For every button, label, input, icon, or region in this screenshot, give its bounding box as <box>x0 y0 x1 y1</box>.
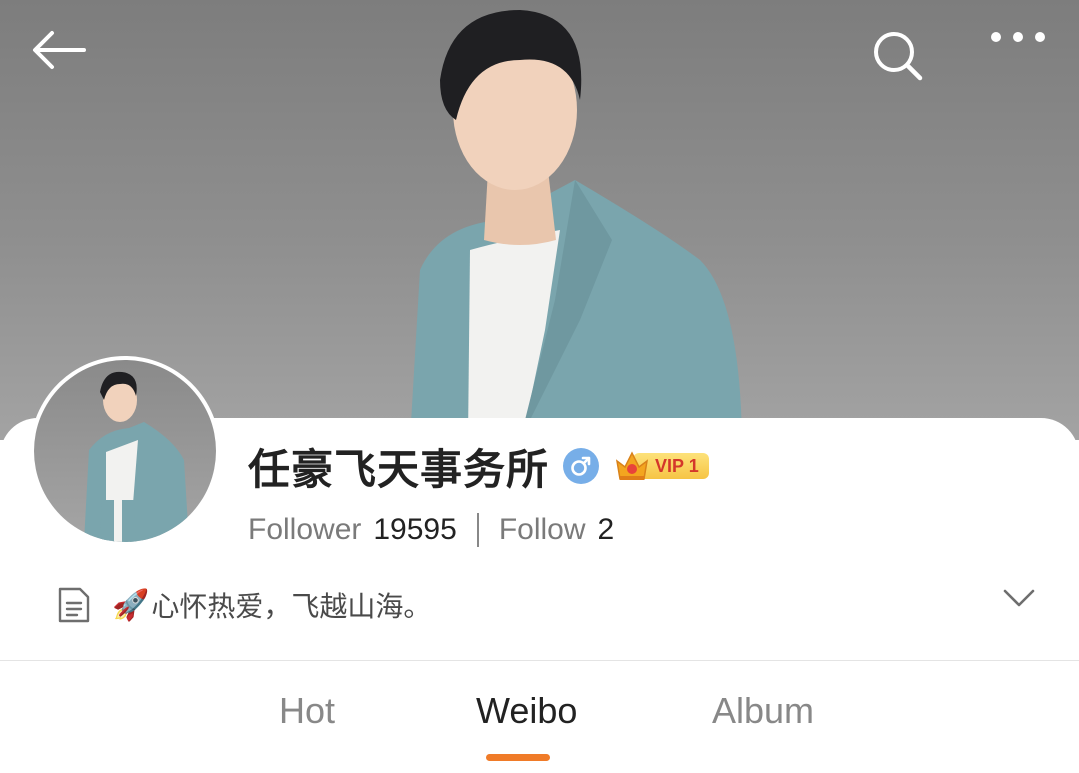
tab-album[interactable]: Album <box>712 690 814 732</box>
following-count: 2 <box>597 513 615 546</box>
rocket-emoji: 🚀 <box>112 587 150 623</box>
document-icon <box>58 587 90 623</box>
more-dots-icon <box>991 32 1045 42</box>
male-gender-icon <box>563 448 600 484</box>
profile-tabs: Hot Weibo Album <box>0 690 1079 750</box>
followers-label: Follower <box>248 513 362 546</box>
following-stat[interactable]: Follow 2 <box>499 513 614 547</box>
search-button[interactable] <box>872 30 932 90</box>
bio-text: 心怀热爱，飞越山海。 <box>151 590 432 623</box>
crown-icon <box>615 451 649 480</box>
followers-stat[interactable]: Follower 19595 <box>248 513 457 547</box>
bio-row[interactable]: 🚀 心怀热爱，飞越山海。 <box>56 580 1046 630</box>
section-divider <box>0 660 1079 661</box>
active-tab-indicator <box>486 754 550 761</box>
more-button[interactable] <box>988 30 1048 90</box>
profile-name-row: 任豪飞天事务所 VIP 1 <box>248 438 709 494</box>
avatar-image <box>34 360 216 542</box>
followers-count: 19595 <box>373 513 457 546</box>
back-button[interactable] <box>30 30 90 90</box>
follow-stats: Follower 19595 Follow 2 <box>248 508 614 552</box>
tab-weibo[interactable]: Weibo <box>476 690 577 732</box>
back-arrow-icon <box>33 31 86 69</box>
chevron-down-icon[interactable] <box>1002 588 1036 608</box>
vip-badge[interactable]: VIP 1 <box>613 449 709 483</box>
tab-hot[interactable]: Hot <box>279 690 335 732</box>
search-icon <box>874 32 923 81</box>
bio-text-wrap: 🚀 心怀热爱，飞越山海。 <box>112 585 431 625</box>
stats-divider <box>476 513 479 547</box>
avatar[interactable] <box>30 356 220 546</box>
profile-name: 任豪飞天事务所 <box>248 444 550 494</box>
following-label: Follow <box>498 513 586 546</box>
